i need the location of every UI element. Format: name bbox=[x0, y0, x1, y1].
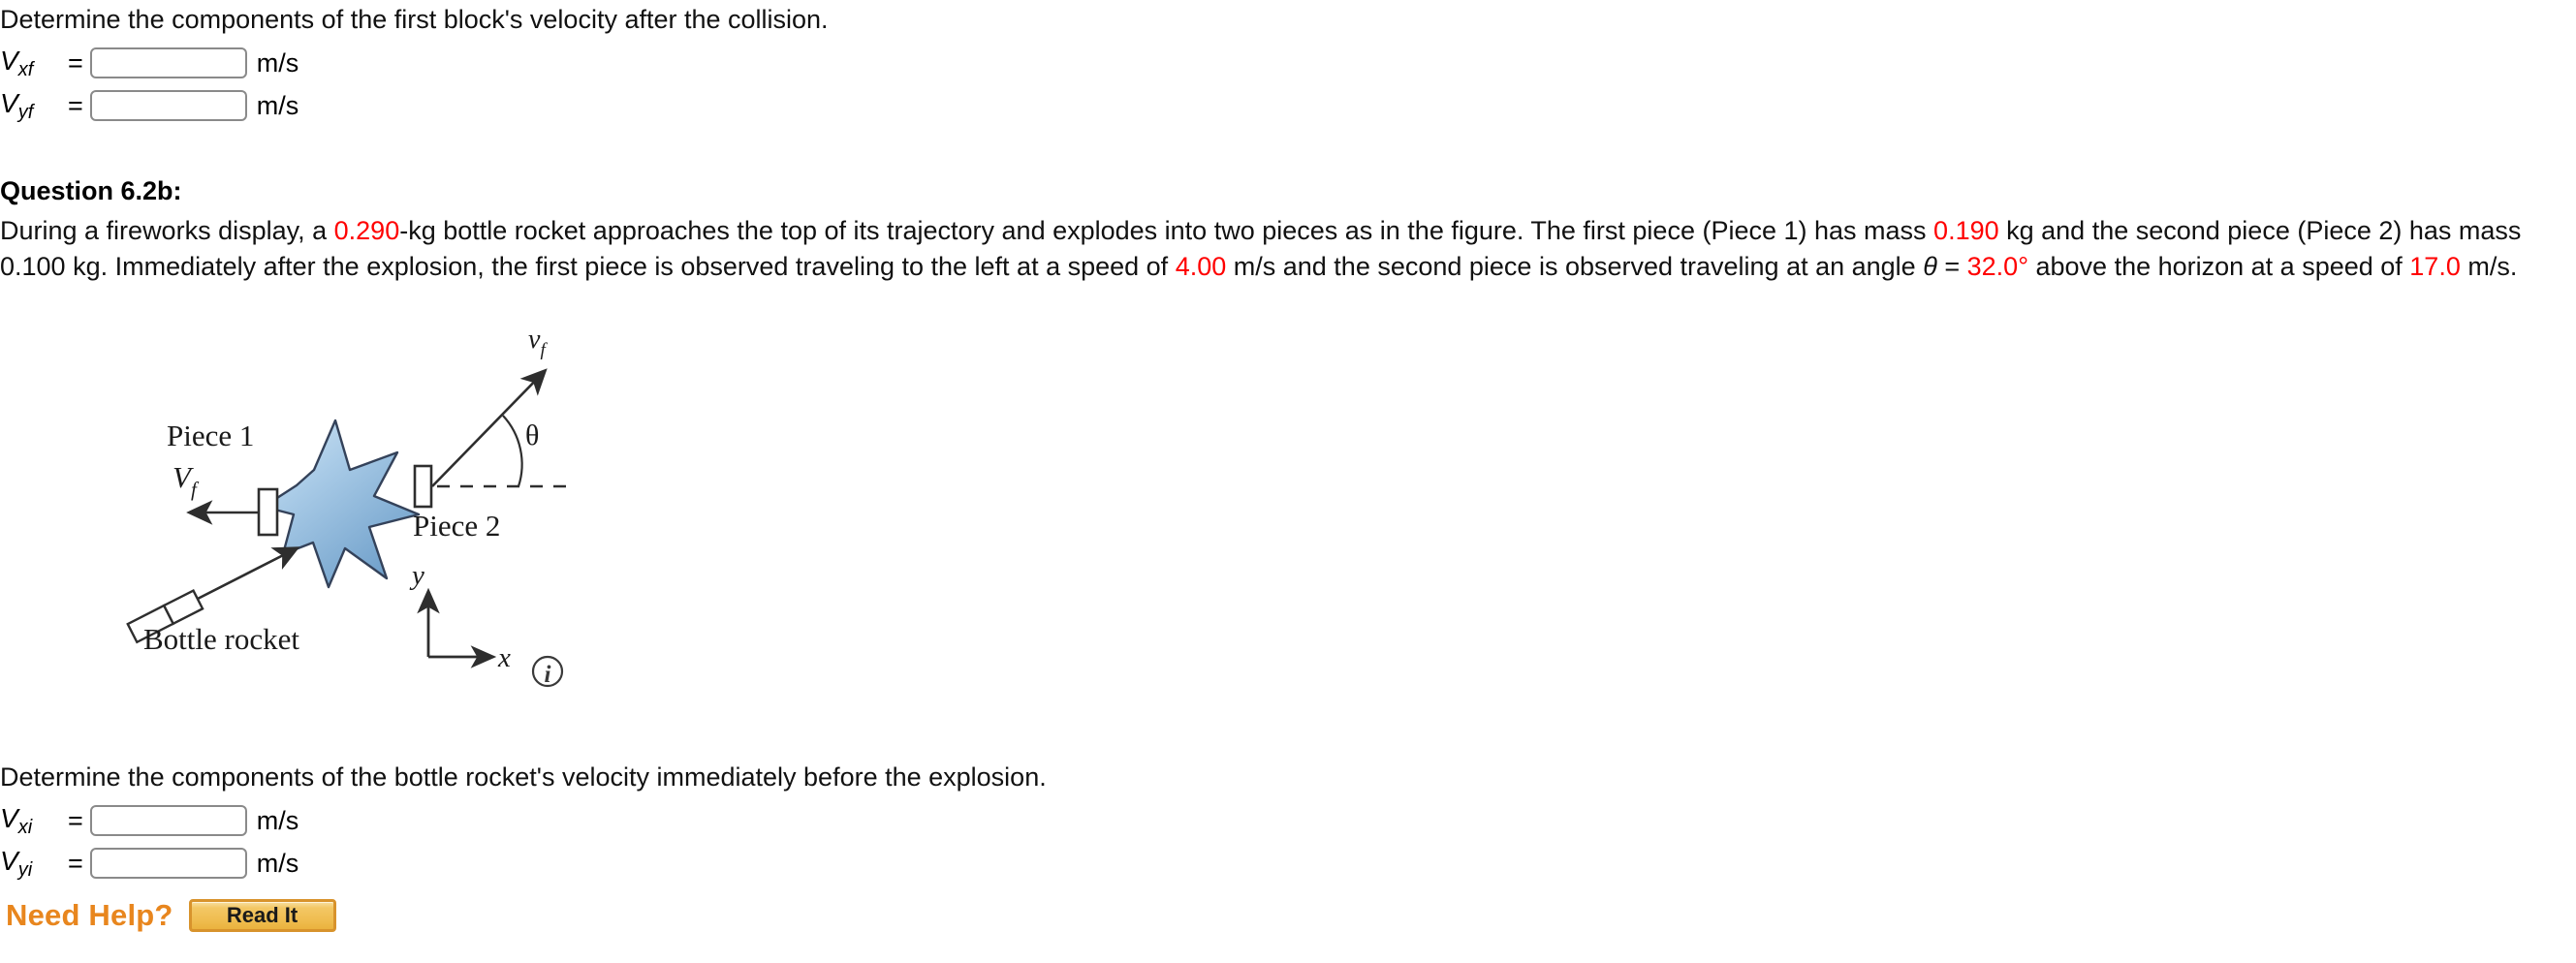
vxi-unit: m/s bbox=[256, 805, 299, 835]
vyi-label: Vyi bbox=[0, 845, 33, 881]
question-paragraph: During a fireworks display, a 0.290-kg b… bbox=[0, 213, 2568, 285]
piece2-block-icon bbox=[413, 464, 433, 509]
vxf-unit: m/s bbox=[256, 47, 299, 78]
paragraph-segment-12: m/s. bbox=[2460, 252, 2518, 281]
coordinate-axes: y x bbox=[409, 560, 511, 673]
answer-row-vyi: Vyi = m/s bbox=[0, 842, 1047, 885]
paragraph-segment-1: 0.290 bbox=[333, 216, 400, 245]
need-help-label: Need Help? bbox=[6, 898, 173, 932]
first-block-prompt-group: Determine the components of the first bl… bbox=[0, 3, 829, 127]
vxf-label: Vxf bbox=[0, 45, 34, 80]
answer-row-vyf: Vyf = m/s bbox=[0, 84, 829, 127]
paragraph-segment-7: θ bbox=[1923, 252, 1937, 281]
piece1-velocity-label: Vf bbox=[173, 460, 200, 501]
axis-x-label: x bbox=[497, 642, 511, 673]
piece2-velocity-label: vf bbox=[528, 325, 548, 360]
vxf-equals: = bbox=[68, 47, 83, 78]
paragraph-segment-8: = bbox=[1936, 252, 1967, 281]
theta-label: θ bbox=[525, 419, 539, 451]
bottle-rocket-prompt: Determine the components of the bottle r… bbox=[0, 762, 1047, 792]
piece2-label: Piece 2 bbox=[413, 509, 500, 543]
vyf-input[interactable] bbox=[89, 90, 247, 121]
axis-y-label: y bbox=[409, 560, 424, 591]
piece1-label: Piece 1 bbox=[167, 419, 254, 452]
explosion-star-icon bbox=[262, 419, 421, 589]
paragraph-segment-11: 17.0 bbox=[2409, 252, 2461, 281]
svg-text:i: i bbox=[545, 662, 551, 688]
vxi-label: Vxi bbox=[0, 802, 33, 838]
vyf-equals: = bbox=[68, 90, 83, 120]
question-page: Determine the components of the first bl… bbox=[0, 0, 2576, 963]
vxf-input[interactable] bbox=[89, 47, 247, 78]
physics-figure: Piece 1 Vf θ Piece 2 vf Bottle rocket y … bbox=[107, 325, 882, 712]
read-it-button[interactable]: Read It bbox=[188, 899, 336, 932]
question-heading: Question 6.2b: bbox=[0, 176, 182, 205]
piece1-block-icon bbox=[257, 487, 279, 537]
vyf-unit: m/s bbox=[256, 90, 299, 120]
bottle-rocket-prompt-group: Determine the components of the bottle r… bbox=[0, 761, 1047, 933]
first-block-prompt: Determine the components of the first bl… bbox=[0, 5, 829, 34]
need-help-row: Need Help? Read It bbox=[6, 898, 1047, 933]
paragraph-segment-2: -kg bottle rocket approaches the top of … bbox=[399, 216, 1934, 245]
vyi-equals: = bbox=[68, 848, 83, 878]
paragraph-segment-10: above the horizon at a speed of bbox=[2028, 252, 2410, 281]
paragraph-segment-9: 32.0° bbox=[1966, 252, 2028, 281]
paragraph-segment-6: m/s and the second piece is observed tra… bbox=[1226, 252, 1924, 281]
paragraph-segment-5: 4.00 bbox=[1175, 252, 1227, 281]
vyf-label: Vyf bbox=[0, 87, 34, 123]
info-icon[interactable]: i bbox=[531, 655, 564, 688]
answer-row-vxf: Vxf = m/s bbox=[0, 42, 829, 84]
rocket-trajectory-arrow bbox=[197, 546, 300, 601]
answer-row-vxi: Vxi = m/s bbox=[0, 799, 1047, 842]
vyi-input[interactable] bbox=[89, 848, 247, 879]
bottle-rocket-label: Bottle rocket bbox=[143, 622, 299, 656]
paragraph-segment-3: 0.190 bbox=[1933, 216, 1999, 245]
paragraph-segment-0: During a fireworks display, a bbox=[0, 216, 334, 245]
vxi-input[interactable] bbox=[89, 805, 247, 836]
vyi-unit: m/s bbox=[256, 848, 299, 878]
vxi-equals: = bbox=[68, 805, 83, 835]
theta-arc bbox=[502, 415, 523, 487]
